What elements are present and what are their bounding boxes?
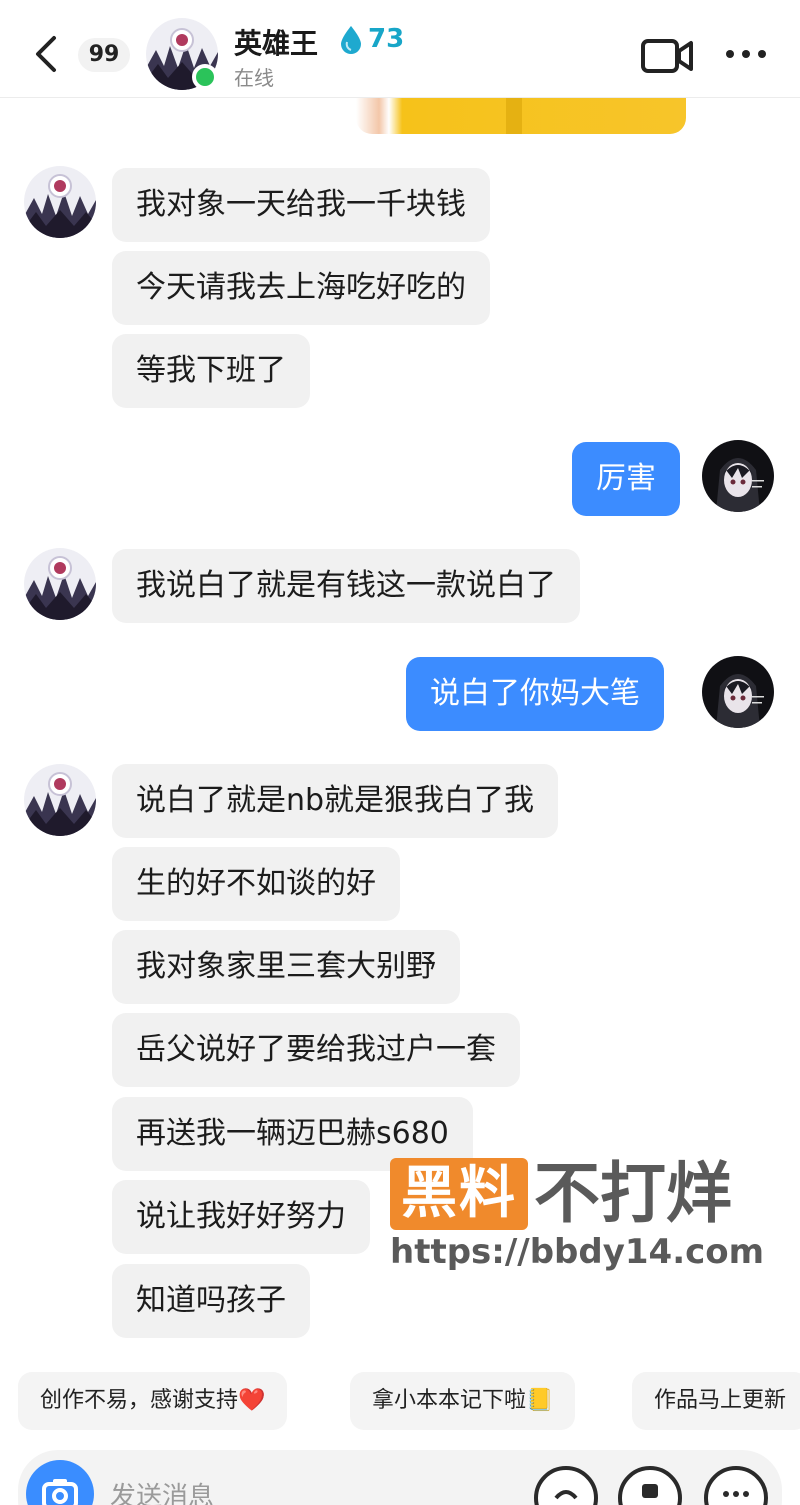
my-avatar[interactable] [702, 440, 774, 512]
message-bubble-incoming[interactable]: 说让我好好努力 [112, 1180, 370, 1254]
emoji-icon [642, 1484, 658, 1498]
online-status-dot [192, 64, 218, 90]
shared-image-preview[interactable] [356, 98, 686, 134]
watermark-text: 不打烊 [534, 1155, 732, 1232]
voice-icon [554, 1490, 578, 1500]
contact-name: 英雄王 [234, 27, 319, 60]
emoji-button[interactable] [618, 1466, 682, 1505]
contact-status: 在线 [234, 66, 274, 90]
message-bubble-incoming[interactable]: 生的好不如谈的好 [112, 847, 400, 921]
unread-count-badge[interactable]: 99 [78, 38, 130, 72]
message-bubble-incoming[interactable]: 今天请我去上海吃好吃的 [112, 251, 490, 325]
video-call-icon[interactable] [640, 38, 694, 74]
plus-more-icon [723, 1491, 749, 1497]
quick-reply-chip[interactable]: 创作不易，感谢支持❤️ [18, 1372, 288, 1430]
sender-avatar[interactable] [24, 764, 96, 836]
back-arrow-icon[interactable] [30, 34, 62, 74]
watermark-url: https://bbdy14.com [390, 1232, 765, 1272]
message-bubble-incoming[interactable]: 等我下班了 [112, 334, 310, 408]
message-bubble-outgoing[interactable]: 说白了你妈大笔 [406, 657, 664, 731]
streak-count: 73 [368, 24, 405, 54]
voice-button[interactable] [534, 1466, 598, 1505]
quick-reply-chip[interactable]: 拿小本本记下啦📒 [350, 1372, 576, 1430]
more-options-icon[interactable] [724, 46, 768, 62]
message-bubble-outgoing[interactable]: 厉害 [572, 442, 680, 516]
message-bubble-incoming[interactable]: 岳父说好了要给我过户一套 [112, 1013, 520, 1087]
quick-reply-chip[interactable]: 作品马上更新 [632, 1372, 800, 1430]
message-bubble-incoming[interactable]: 我对象一天给我一千块钱 [112, 168, 490, 242]
camera-button[interactable] [26, 1460, 94, 1505]
sender-avatar[interactable] [24, 548, 96, 620]
message-bubble-incoming[interactable]: 我对象家里三套大别野 [112, 930, 460, 1004]
my-avatar[interactable] [702, 656, 774, 728]
message-bubble-incoming[interactable]: 我说白了就是有钱这一款说白了 [112, 549, 580, 623]
water-drop-icon [341, 26, 361, 54]
quick-reply-row: 创作不易，感谢支持❤️ 拿小本本记下啦📒 作品马上更新 [0, 1372, 800, 1432]
more-actions-button[interactable] [704, 1466, 768, 1505]
message-bubble-incoming[interactable]: 说白了就是nb就是狠我白了我 [112, 764, 559, 838]
camera-icon [42, 1479, 78, 1505]
message-input[interactable]: 发送消息 [110, 1476, 214, 1505]
message-bubble-incoming[interactable]: 知道吗孩子 [112, 1264, 310, 1338]
sender-avatar[interactable] [24, 166, 96, 238]
chat-header: 99 英雄王 73 在线 [0, 0, 800, 98]
watermark-logo-box: 黑料 [390, 1158, 528, 1230]
streak-indicator: 73 [338, 24, 404, 54]
